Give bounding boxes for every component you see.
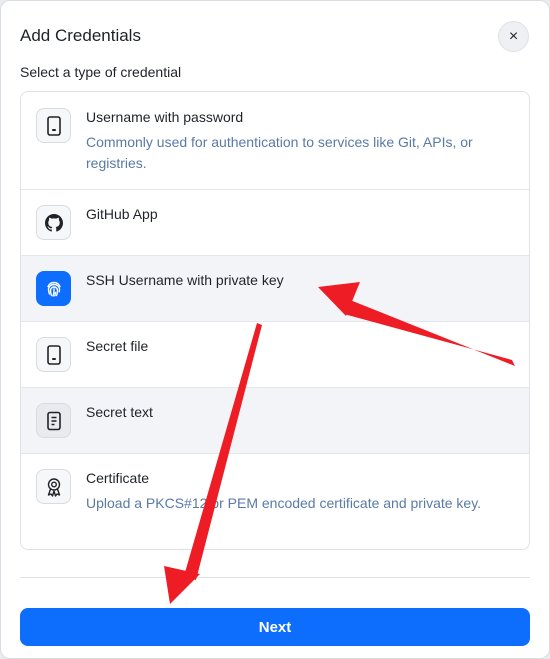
close-icon: × — [508, 27, 519, 45]
document-icon — [36, 403, 71, 438]
footer-divider — [20, 577, 530, 578]
phone-icon — [36, 108, 71, 143]
option-title: Secret text — [86, 404, 153, 420]
award-icon — [36, 469, 71, 504]
option-title: GitHub App — [86, 206, 158, 222]
phone-icon — [36, 337, 71, 372]
fingerprint-icon — [36, 271, 71, 306]
credential-type-list: Username with password Commonly used for… — [20, 91, 530, 550]
close-button[interactable]: × — [498, 21, 529, 52]
option-description: Upload a PKCS#12 or PEM encoded certific… — [86, 495, 482, 511]
credential-option-username-password[interactable]: Username with password Commonly used for… — [21, 92, 529, 190]
credential-option-secret-file[interactable]: Secret file — [21, 322, 529, 388]
next-button[interactable]: Next — [20, 608, 530, 646]
option-title: SSH Username with private key — [86, 272, 284, 288]
credential-option-secret-text[interactable]: Secret text — [21, 388, 529, 454]
dialog-title: Add Credentials — [20, 26, 141, 45]
next-button-label: Next — [258, 618, 292, 636]
option-title: Certificate — [86, 470, 150, 486]
dialog-subtitle: Select a type of credential — [20, 64, 182, 80]
credential-option-ssh-private-key[interactable]: SSH Username with private key — [21, 256, 529, 322]
option-title: Secret file — [86, 338, 149, 354]
add-credentials-dialog: Add Credentials × Select a type of crede… — [0, 0, 550, 659]
option-title: Username with password — [86, 109, 244, 125]
option-description: Commonly used for authentication to serv… — [86, 134, 473, 171]
credential-option-certificate[interactable]: Certificate Upload a PKCS#12 or PEM enco… — [21, 454, 529, 549]
github-icon — [36, 205, 71, 240]
credential-option-github-app[interactable]: GitHub App — [21, 190, 529, 256]
